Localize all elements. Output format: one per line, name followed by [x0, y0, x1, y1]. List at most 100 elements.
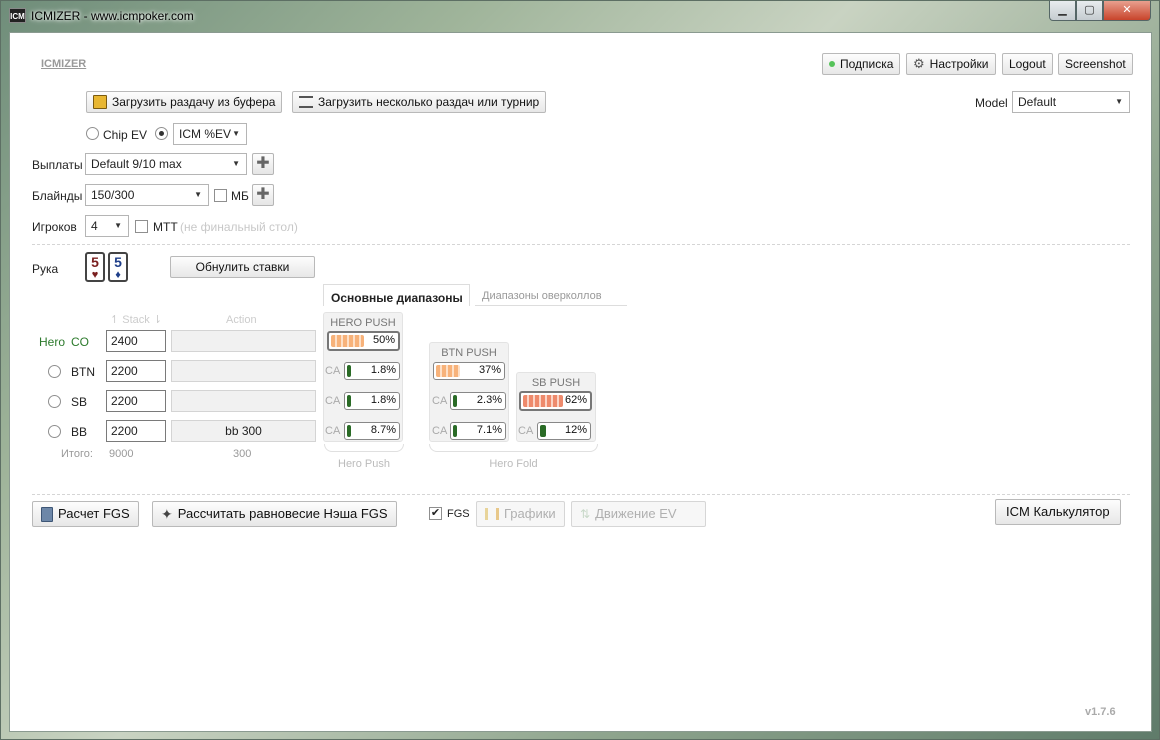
- add-payout-button[interactable]: ✚: [252, 153, 274, 175]
- range-percent: 12%: [564, 424, 587, 436]
- calculator-icon: [41, 506, 53, 522]
- hero-radio-sb[interactable]: [48, 395, 61, 408]
- action-sb[interactable]: [171, 390, 316, 412]
- action-bb[interactable]: bb 300: [171, 420, 316, 442]
- position-btn: BTN: [71, 365, 95, 379]
- maximize-button[interactable]: ▢: [1076, 1, 1103, 21]
- ca-label: CA: [325, 365, 341, 377]
- arrow-up-icon: ↿: [110, 314, 120, 326]
- sb-push-range-bar[interactable]: 62%: [519, 391, 592, 411]
- tab-overcall-ranges[interactable]: Диапазоны оверколлов: [482, 290, 602, 302]
- range-percent: 1.8%: [370, 394, 396, 406]
- btn-call-range-bar[interactable]: 1.8%: [344, 362, 400, 380]
- fgs-checkbox[interactable]: ✔: [429, 507, 442, 520]
- icm-ev-value: ICM %EV: [179, 127, 232, 141]
- range-fill: [453, 395, 457, 407]
- status-dot-icon: [829, 61, 835, 67]
- minimize-button[interactable]: ▁: [1049, 1, 1076, 21]
- settings-button[interactable]: ⚙ Настройки: [906, 53, 996, 75]
- ev-movement-button[interactable]: ⇅ Движение EV: [571, 501, 706, 527]
- add-blinds-button[interactable]: ✚: [252, 184, 274, 206]
- range-fill: [347, 365, 351, 377]
- range-fill: [436, 365, 461, 377]
- range-percent: 7.1%: [476, 424, 502, 436]
- tab-main-ranges[interactable]: Основные диапазоны: [323, 284, 470, 306]
- chip-ev-label: Chip EV: [103, 128, 148, 142]
- clipboard-icon: [93, 95, 107, 109]
- range-fill: [331, 335, 364, 347]
- hero-push-title: HERO PUSH: [330, 317, 396, 329]
- range-fill: [540, 425, 546, 437]
- position-sb: SB: [71, 395, 88, 409]
- payouts-select[interactable]: Default 9/10 max ▼: [85, 153, 247, 175]
- chevron-down-icon: ▼: [194, 190, 202, 199]
- calc-fgs-label: Расчет FGS: [58, 506, 130, 521]
- range-percent: 50%: [372, 334, 395, 346]
- divider: [32, 244, 1130, 245]
- hero-fold-bracket: [429, 444, 598, 452]
- stack-input-co[interactable]: 2400: [106, 330, 166, 352]
- action-co[interactable]: [171, 330, 316, 352]
- arrow-down-icon: ⇂: [152, 314, 163, 326]
- graphs-button[interactable]: Графики: [476, 501, 565, 527]
- range-percent: 37%: [478, 364, 501, 376]
- hand-card-2[interactable]: 5 ♦: [108, 252, 128, 282]
- btn-push-bb-call-bar[interactable]: 7.1%: [450, 422, 506, 440]
- mtt-checkbox[interactable]: [135, 220, 148, 233]
- chip-ev-radio[interactable]: [86, 127, 99, 140]
- screenshot-button[interactable]: Screenshot: [1058, 53, 1133, 75]
- brand-link[interactable]: ICMIZER: [41, 58, 86, 70]
- range-percent: 62%: [564, 394, 587, 406]
- model-select[interactable]: Default ▼: [1012, 91, 1130, 113]
- chevron-down-icon: ▼: [114, 221, 122, 230]
- action-btn[interactable]: [171, 360, 316, 382]
- btn-push-range-bar[interactable]: 37%: [433, 362, 505, 380]
- payouts-value: Default 9/10 max: [91, 157, 182, 171]
- load-from-buffer-label: Загрузить раздачу из буфера: [112, 95, 276, 109]
- stack-input-btn[interactable]: 2200: [106, 360, 166, 382]
- range-fill: [453, 425, 457, 437]
- position-bb: BB: [71, 425, 88, 439]
- hand-label: Рука: [32, 262, 59, 276]
- total-action: 300: [233, 448, 252, 460]
- ca-label: CA: [325, 395, 341, 407]
- hero-push-range-bar[interactable]: 50%: [327, 331, 400, 351]
- app-client-area: ICMIZER Подписка ⚙ Настройки Logout Scre…: [9, 32, 1152, 732]
- ev-movement-label: Движение EV: [595, 506, 677, 521]
- hero-radio-btn[interactable]: [48, 365, 61, 378]
- stack-input-bb[interactable]: 2200: [106, 420, 166, 442]
- app-logo-icon: ICM: [9, 8, 26, 23]
- icm-ev-radio[interactable]: [155, 127, 168, 140]
- tab-underline: [475, 305, 627, 306]
- total-label: Итого:: [61, 448, 93, 460]
- load-multiple-button[interactable]: Загрузить несколько раздач или турнир: [292, 91, 547, 113]
- close-button[interactable]: ✕: [1103, 1, 1151, 21]
- mtt-hint: (не финальный стол): [180, 220, 298, 234]
- calc-fgs-button[interactable]: Расчет FGS: [32, 501, 139, 527]
- blinds-select[interactable]: 150/300 ▼: [85, 184, 209, 206]
- reset-bets-button[interactable]: Обнулить ставки: [170, 256, 315, 278]
- payouts-label: Выплаты: [32, 158, 83, 172]
- chevron-down-icon: ▼: [1115, 97, 1123, 106]
- icm-calculator-button[interactable]: ICM Калькулятор: [995, 499, 1121, 525]
- ev-arrows-icon: ⇅: [580, 507, 591, 521]
- btn-push-sb-call-bar[interactable]: 2.3%: [450, 392, 506, 410]
- nash-fgs-button[interactable]: ✦ Рассчитать равновесие Нэша FGS: [152, 501, 397, 527]
- hand-card-1[interactable]: 5 ♥: [85, 252, 105, 282]
- mb-checkbox[interactable]: [214, 189, 227, 202]
- subscribe-button[interactable]: Подписка: [822, 53, 901, 75]
- sb-push-bb-call-bar[interactable]: 12%: [537, 422, 591, 440]
- hero-radio-bb[interactable]: [48, 425, 61, 438]
- fgs-label: FGS: [447, 508, 470, 520]
- sb-call-range-bar[interactable]: 1.8%: [344, 392, 400, 410]
- load-from-buffer-button[interactable]: Загрузить раздачу из буфера: [86, 91, 283, 113]
- players-select[interactable]: 4 ▼: [85, 215, 129, 237]
- nash-fgs-label: Рассчитать равновесие Нэша FGS: [177, 506, 388, 521]
- bb-call-range-bar[interactable]: 8.7%: [344, 422, 400, 440]
- mb-label: МБ: [231, 189, 249, 203]
- logout-button[interactable]: Logout: [1002, 53, 1053, 75]
- players-value: 4: [91, 219, 98, 233]
- stack-input-sb[interactable]: 2200: [106, 390, 166, 412]
- title-bar[interactable]: ICM ICMIZER - www.icmpoker.com ▁ ▢ ✕: [1, 1, 1159, 31]
- icm-ev-select[interactable]: ICM %EV ▼: [173, 123, 247, 145]
